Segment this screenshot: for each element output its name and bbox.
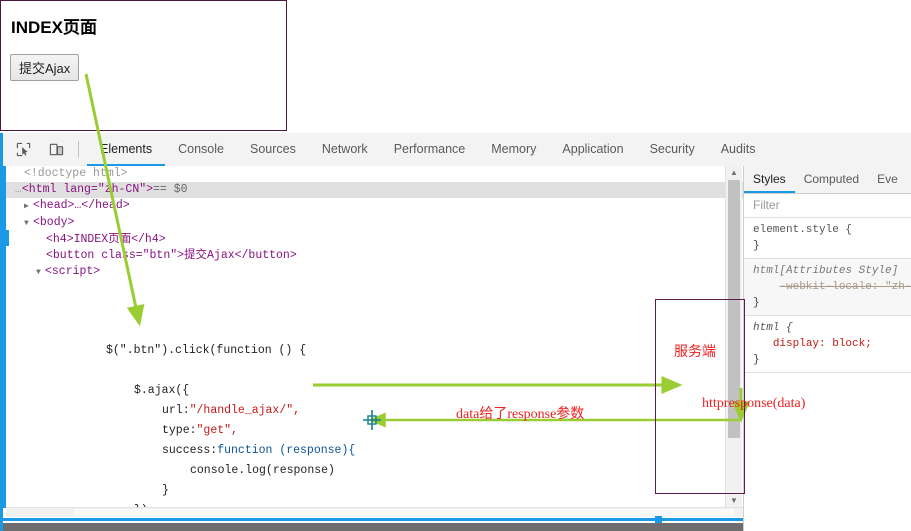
rule-close-2: } [753, 354, 760, 366]
tab-security[interactable]: Security [637, 133, 708, 166]
rule-selector-html: html { [753, 322, 793, 334]
page-viewport: INDEX页面 提交Ajax [0, 0, 287, 131]
dom-line-doctype: <!doctype html> [24, 167, 128, 180]
js-line-5-val: function (response){ [217, 444, 356, 457]
scroll-up-arrow-icon[interactable]: ▲ [729, 168, 739, 178]
tab-console[interactable]: Console [165, 133, 237, 166]
dom-head-label: <head>…</head> [33, 199, 130, 212]
dom-line-script[interactable]: ▼ <script> [6, 264, 743, 281]
tab-network[interactable]: Network [309, 133, 381, 166]
tab-audits[interactable]: Audits [708, 133, 769, 166]
js-source-block[interactable]: $(".btn").click(function () { $.ajax({ u… [6, 321, 743, 508]
styles-tab-styles[interactable]: Styles [744, 166, 795, 193]
devtools-bottom-marker [655, 516, 662, 523]
dom-body-label: <body> [33, 216, 75, 229]
js-line-4-val: "get", [196, 424, 238, 437]
dom-horizontal-scrollbar[interactable] [6, 507, 743, 517]
page-title: INDEX页面 [11, 18, 97, 37]
tab-elements[interactable]: Elements [87, 133, 166, 166]
rule-val-webkit-locale[interactable]: "zh- [885, 281, 911, 293]
collapse-triangle-icon-2[interactable]: ▼ [36, 265, 45, 281]
inspect-element-icon[interactable] [10, 137, 36, 163]
style-rule-html[interactable]: html { display: block; } [744, 316, 911, 373]
rule-close-1: } [753, 297, 760, 309]
dom-horizontal-scroll-thumb[interactable] [74, 509, 734, 516]
annotation-data-to-response: data给了response参数 [456, 407, 585, 422]
js-line-5-key: success: [162, 444, 218, 457]
style-rule-html-attributes[interactable]: html[Attributes Style] -webkit-locale: "… [744, 259, 911, 316]
submit-ajax-button[interactable]: 提交Ajax [10, 54, 80, 81]
styles-filter-input[interactable]: Filter [744, 194, 911, 218]
tab-application[interactable]: Application [549, 133, 636, 166]
devtools-panel: Elements Console Sources Network Perform… [0, 133, 911, 531]
scroll-down-arrow-icon[interactable]: ▼ [729, 496, 739, 506]
annotation-http-response: httpresponse(data) [702, 396, 806, 411]
dom-script-label: <script> [45, 265, 101, 278]
dom-html-open: <html lang="zh-CN"> [21, 183, 154, 196]
dom-line-h4[interactable]: <h4>INDEX页面</h4> [6, 232, 743, 248]
rule-selector-element-style: element.style { [753, 224, 853, 236]
styles-tabbar: Styles Computed Eve [744, 166, 911, 194]
selection-indicator [6, 230, 9, 246]
js-line-1: $(".btn").click(function () { [106, 344, 307, 357]
collapse-triangle-icon[interactable]: ▼ [24, 216, 33, 232]
js-line-2: $.ajax({ [134, 384, 190, 397]
rule-close-0: } [753, 240, 760, 252]
dom-h4-label: <h4>INDEX页面</h4> [46, 233, 166, 246]
expand-triangle-icon[interactable]: ▶ [24, 199, 33, 215]
devtools-toolbar: Elements Console Sources Network Perform… [3, 133, 911, 167]
rule-val-display[interactable]: block; [832, 338, 872, 350]
annotation-server-side: 服务端 [674, 345, 716, 360]
rule-prop-display[interactable]: display [773, 338, 819, 350]
tab-performance[interactable]: Performance [381, 133, 479, 166]
dom-selected-marker: == $0 [153, 183, 188, 196]
tab-sources[interactable]: Sources [237, 133, 309, 166]
js-line-3-val: "/handle_ajax/", [189, 404, 301, 417]
js-line-7: } [162, 484, 169, 497]
rule-prop-webkit-locale[interactable]: -webkit-locale [779, 281, 871, 293]
styles-tab-computed[interactable]: Computed [795, 166, 868, 193]
dom-line-html[interactable]: …<html lang="zh-CN">== $0 [6, 182, 743, 198]
dom-tree-panel[interactable]: <!doctype html> …<html lang="zh-CN">== $… [3, 166, 743, 508]
style-rule-element-style[interactable]: element.style { } [744, 218, 911, 259]
dom-line-head[interactable]: ▶ <head>…</head> [6, 198, 743, 215]
screenshot-root: INDEX页面 提交Ajax Elements Console Sources … [0, 0, 911, 531]
styles-sidebar: Styles Computed Eve Filter element.style… [743, 166, 911, 531]
toolbar-divider [78, 141, 79, 158]
devtools-bottom-strip [3, 523, 743, 531]
devtools-bottom-accent-bar [3, 518, 743, 521]
dom-button-label: <button class="btn">提交Ajax</button> [46, 249, 297, 262]
rule-selector-html-attributes: html[Attributes Style] [753, 265, 899, 277]
dom-line-body[interactable]: ▼ <body> [6, 215, 743, 232]
js-line-6: console.log(response) [190, 464, 335, 477]
tab-memory[interactable]: Memory [478, 133, 549, 166]
dom-ellipsis: … [15, 183, 22, 196]
js-line-4-key: type: [162, 424, 197, 437]
device-toolbar-icon[interactable] [43, 137, 69, 163]
styles-tab-event-listeners[interactable]: Eve [868, 166, 907, 193]
dom-line-button[interactable]: <button class="btn">提交Ajax</button> [6, 248, 743, 264]
js-line-3-key: url: [162, 404, 190, 417]
